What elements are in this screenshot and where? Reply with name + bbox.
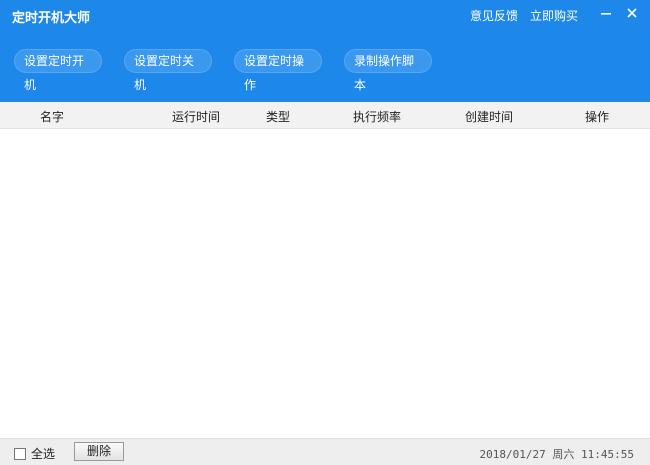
buy-now-link[interactable]: 立即购买	[530, 7, 578, 24]
toolbar: 设置定时开机 设置定时关机 设置定时操作 录制操作脚本	[14, 49, 432, 92]
column-header-created-time[interactable]: 创建时间	[465, 108, 513, 125]
status-bar: 全选 删除 2018/01/27 周六 11:45:55	[0, 438, 650, 465]
table-header: 名字 运行时间 类型 执行频率 创建时间 操作	[0, 102, 650, 129]
delete-button[interactable]: 删除	[74, 442, 124, 461]
task-table-body	[0, 129, 650, 437]
checkbox-box[interactable]	[14, 447, 26, 460]
column-header-frequency[interactable]: 执行频率	[353, 108, 401, 125]
title-bar: 定时开机大师 意见反馈 立即购买 设置定时开机 设置定时关机 设置定时操作 录制…	[0, 0, 650, 102]
datetime-display: 2018/01/27 周六 11:45:55	[479, 448, 634, 461]
app-window: 定时开机大师 意见反馈 立即购买 设置定时开机 设置定时关机 设置定时操作 录制…	[0, 0, 650, 465]
column-header-type[interactable]: 类型	[266, 108, 290, 125]
feedback-link[interactable]: 意见反馈	[470, 7, 518, 24]
column-header-name[interactable]: 名字	[40, 108, 64, 125]
select-all-label: 全选	[31, 447, 56, 461]
set-scheduled-shutdown-button[interactable]: 设置定时关机	[124, 49, 212, 92]
minimize-icon[interactable]	[598, 5, 614, 21]
set-scheduled-startup-button[interactable]: 设置定时开机	[14, 49, 102, 92]
set-scheduled-action-button[interactable]: 设置定时操作	[234, 49, 322, 92]
select-all-checkbox[interactable]: 全选	[14, 445, 55, 462]
column-header-actions[interactable]: 操作	[585, 108, 609, 125]
app-title: 定时开机大师	[12, 11, 91, 26]
top-links: 意见反馈 立即购买	[470, 7, 578, 24]
close-icon[interactable]	[624, 5, 640, 21]
record-action-script-button[interactable]: 录制操作脚本	[344, 49, 432, 92]
window-controls	[598, 5, 640, 21]
column-header-run-time[interactable]: 运行时间	[172, 108, 220, 125]
